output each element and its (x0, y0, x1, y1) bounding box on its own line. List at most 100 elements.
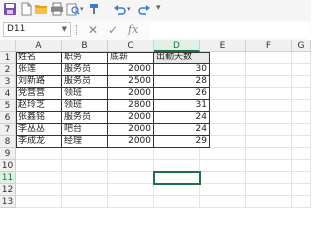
column-header-f[interactable]: F (246, 40, 292, 52)
column-header-d[interactable]: D (154, 40, 200, 52)
more-icon[interactable]: ▾ (156, 3, 161, 13)
cell-b5[interactable]: 领班 (62, 100, 108, 112)
empty-cell[interactable] (246, 172, 292, 184)
undo-dropdown-icon[interactable]: ▾ (127, 5, 131, 13)
empty-cell[interactable] (16, 184, 62, 196)
cell-b6[interactable]: 服务员 (62, 112, 108, 124)
fx-icon[interactable]: fx (128, 23, 138, 37)
row-header-11[interactable]: 11 (0, 172, 16, 184)
cell-a2[interactable]: 张莲 (16, 64, 62, 76)
cell-d8[interactable]: 29 (154, 136, 210, 148)
cell-c1[interactable]: 底薪 (108, 52, 154, 64)
empty-cell[interactable] (62, 148, 108, 160)
cell-d1[interactable]: 出勤天数 (154, 52, 210, 64)
cell-d7[interactable]: 24 (154, 124, 210, 136)
row-header-2[interactable]: 2 (0, 64, 16, 76)
cell-a8[interactable]: 李成龙 (16, 136, 62, 148)
empty-cell[interactable] (246, 88, 292, 100)
empty-cell[interactable] (246, 124, 292, 136)
cell-b7[interactable]: 吧台 (62, 124, 108, 136)
save-icon[interactable] (3, 2, 17, 16)
print-dropdown-icon[interactable]: ▾ (80, 5, 84, 13)
column-header-g[interactable]: G (292, 40, 311, 52)
cell-c3[interactable]: 2500 (108, 76, 154, 88)
empty-cell[interactable] (292, 124, 311, 136)
empty-cell[interactable] (16, 172, 62, 184)
empty-cell[interactable] (108, 160, 154, 172)
column-header-b[interactable]: B (62, 40, 108, 52)
empty-cell[interactable] (246, 196, 292, 208)
empty-cell[interactable] (292, 136, 311, 148)
empty-cell[interactable] (292, 148, 311, 160)
formula-input[interactable] (150, 22, 310, 37)
cell-b8[interactable]: 经理 (62, 136, 108, 148)
empty-cell[interactable] (246, 76, 292, 88)
cell-d4[interactable]: 26 (154, 88, 210, 100)
empty-cell[interactable] (210, 64, 246, 76)
empty-cell[interactable] (292, 64, 311, 76)
empty-cell[interactable] (246, 52, 292, 64)
empty-cell[interactable] (246, 100, 292, 112)
empty-cell[interactable] (292, 160, 311, 172)
column-header-c[interactable]: C (108, 40, 154, 52)
column-header-a[interactable]: A (16, 40, 62, 52)
empty-cell[interactable] (210, 124, 246, 136)
empty-cell[interactable] (246, 160, 292, 172)
print-icon[interactable] (50, 2, 64, 16)
cell-c2[interactable]: 2000 (108, 64, 154, 76)
empty-cell[interactable] (16, 148, 62, 160)
empty-cell[interactable] (62, 172, 108, 184)
empty-cell[interactable] (246, 64, 292, 76)
new-file-icon[interactable] (19, 2, 33, 16)
row-header-7[interactable]: 7 (0, 124, 16, 136)
empty-cell[interactable] (108, 184, 154, 196)
empty-cell[interactable] (200, 160, 246, 172)
empty-cell[interactable] (154, 184, 200, 196)
empty-cell[interactable] (210, 88, 246, 100)
row-header-8[interactable]: 8 (0, 136, 16, 148)
empty-cell[interactable] (108, 196, 154, 208)
empty-cell[interactable] (246, 184, 292, 196)
cell-c7[interactable]: 2000 (108, 124, 154, 136)
empty-cell[interactable] (62, 184, 108, 196)
empty-cell[interactable] (292, 196, 311, 208)
format-painter-icon[interactable] (88, 2, 102, 16)
empty-cell[interactable] (292, 184, 311, 196)
empty-cell[interactable] (200, 148, 246, 160)
row-header-1[interactable]: 1 (0, 52, 16, 64)
empty-cell[interactable] (210, 136, 246, 148)
chevron-down-icon[interactable]: ▼ (62, 23, 67, 36)
row-header-9[interactable]: 9 (0, 148, 16, 160)
cell-c8[interactable]: 2000 (108, 136, 154, 148)
empty-cell[interactable] (108, 148, 154, 160)
empty-cell[interactable] (16, 196, 62, 208)
cell-a1[interactable]: 姓名 (16, 52, 62, 64)
cell-b1[interactable]: 职务 (62, 52, 108, 64)
empty-cell[interactable] (210, 76, 246, 88)
select-all-corner[interactable] (0, 40, 16, 52)
cell-c6[interactable]: 2000 (108, 112, 154, 124)
cell-b2[interactable]: 服务员 (62, 64, 108, 76)
empty-cell[interactable] (210, 112, 246, 124)
empty-cell[interactable] (154, 148, 200, 160)
empty-cell[interactable] (16, 160, 62, 172)
empty-cell[interactable] (292, 172, 311, 184)
cancel-icon[interactable]: ✕ (88, 23, 98, 37)
empty-cell[interactable] (210, 100, 246, 112)
row-header-6[interactable]: 6 (0, 112, 16, 124)
cell-a3[interactable]: 刘新路 (16, 76, 62, 88)
cell-a7[interactable]: 李丛丛 (16, 124, 62, 136)
row-header-5[interactable]: 5 (0, 100, 16, 112)
empty-cell[interactable] (292, 88, 311, 100)
cell-c5[interactable]: 2800 (108, 100, 154, 112)
row-header-3[interactable]: 3 (0, 76, 16, 88)
empty-cell[interactable] (246, 112, 292, 124)
empty-cell[interactable] (200, 184, 246, 196)
cell-d3[interactable]: 28 (154, 76, 210, 88)
empty-cell[interactable] (108, 172, 154, 184)
empty-cell[interactable] (200, 172, 246, 184)
cell-b4[interactable]: 领班 (62, 88, 108, 100)
empty-cell[interactable] (292, 76, 311, 88)
cell-d2[interactable]: 30 (154, 64, 210, 76)
empty-cell[interactable] (62, 160, 108, 172)
